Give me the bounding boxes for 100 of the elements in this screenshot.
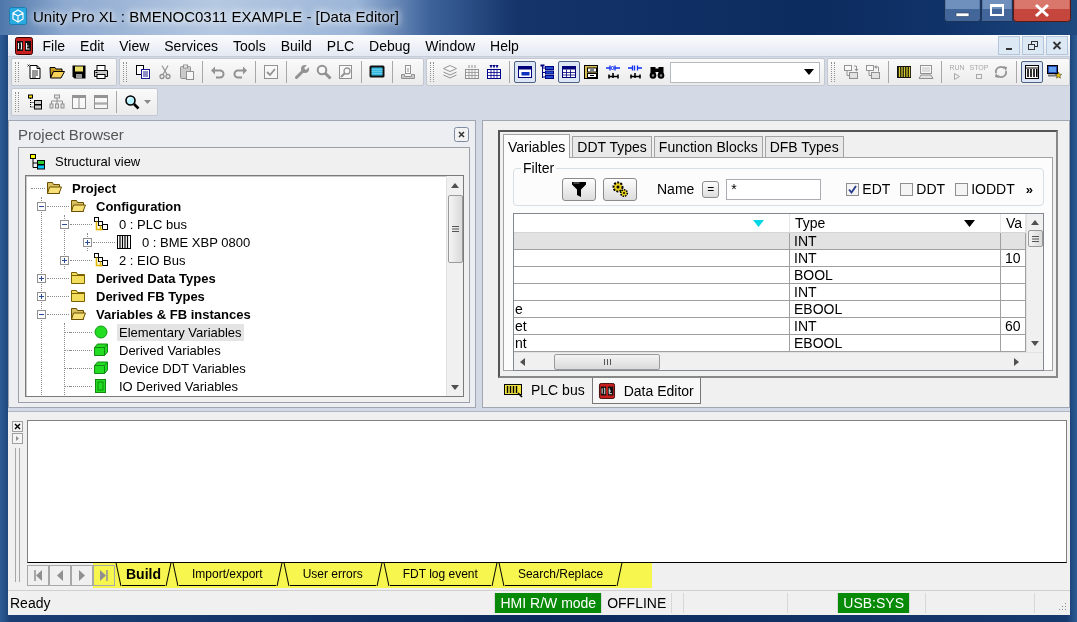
tab[interactable]: Import/export (179, 563, 276, 586)
plus-box-icon[interactable] (83, 237, 92, 247)
window-tab[interactable]: PLC bus (499, 378, 592, 402)
vertical-scrollbar[interactable] (446, 176, 463, 396)
app-logo-icon[interactable] (15, 36, 33, 55)
binoculars-icon[interactable] (649, 64, 665, 80)
tree-item[interactable]: 0 : PLC bus (117, 215, 189, 233)
gears-button[interactable] (603, 177, 637, 201)
tab[interactable]: FDT log event (389, 563, 491, 586)
filter-button[interactable] (562, 177, 596, 201)
checkbox-label[interactable]: DDT (916, 181, 946, 197)
tab[interactable]: DFB Types (764, 136, 844, 157)
copy-icon[interactable] (135, 64, 151, 80)
tree-item[interactable]: Variables & FB instances (94, 305, 253, 323)
table-row[interactable]: e EBOOL (514, 301, 1026, 318)
plus-box-icon[interactable] (60, 255, 69, 265)
tree-item[interactable]: Derived FB Types (94, 287, 207, 305)
minus-box-icon[interactable] (60, 219, 69, 229)
checkbox[interactable] (846, 182, 860, 196)
menu-item[interactable]: Help (482, 35, 527, 56)
window-icon[interactable] (514, 61, 536, 83)
combo-field[interactable] (670, 61, 820, 83)
tree-item[interactable]: Project (70, 179, 119, 197)
restore-icon[interactable] (1022, 36, 1044, 55)
computer-star-icon[interactable] (1046, 64, 1062, 80)
ladder-contact-icon[interactable] (605, 64, 621, 80)
scroll-left-icon[interactable] (520, 357, 525, 366)
close-icon[interactable] (12, 421, 23, 432)
menu-item[interactable]: Services (156, 35, 226, 56)
zoom-icon[interactable] (124, 94, 140, 110)
name-filter-field[interactable]: * (726, 178, 822, 200)
table-row[interactable]: et INT 60 (514, 318, 1026, 335)
rack-icon[interactable] (1021, 61, 1043, 83)
caret-icon[interactable] (804, 69, 814, 75)
next-icon[interactable] (71, 565, 93, 586)
menu-item[interactable]: File (35, 35, 73, 56)
cabinet-icon[interactable] (583, 64, 599, 80)
tree-item[interactable]: Derived Variables (117, 341, 223, 359)
scroll-down-icon[interactable] (1031, 341, 1039, 346)
checkbox[interactable] (900, 182, 914, 196)
new-document-icon[interactable] (27, 64, 43, 80)
table-icon[interactable] (558, 61, 580, 83)
plus-box-icon[interactable] (37, 273, 46, 283)
menu-item[interactable]: Edit (72, 35, 112, 56)
operator-button[interactable]: = (702, 180, 720, 198)
table-row[interactable]: INT 10 (514, 250, 1026, 267)
tab[interactable]: DDT Types (572, 136, 652, 157)
first-page-icon[interactable] (27, 565, 49, 586)
minus-box-icon[interactable] (37, 201, 46, 211)
tree-item[interactable]: 0 : BME XBP 0800 (140, 233, 253, 251)
scroll-right-icon[interactable] (1014, 357, 1019, 366)
scroll-thumb[interactable] (554, 353, 660, 370)
tree-item[interactable]: Elementary Variables (117, 323, 244, 341)
maximize-icon[interactable] (981, 0, 1013, 22)
close-icon[interactable] (1013, 0, 1071, 22)
menu-item[interactable]: PLC (319, 35, 362, 56)
tab[interactable]: User errors (289, 563, 376, 586)
table-row[interactable]: nt EBOOL (514, 335, 1026, 352)
tree-item[interactable]: Configuration (94, 197, 184, 215)
column-header[interactable]: Va (1006, 215, 1023, 231)
window-tab[interactable]: Data Editor (591, 378, 701, 404)
monitor-icon[interactable] (369, 64, 385, 80)
checkbox-label[interactable]: IODDT (971, 181, 1015, 197)
open-folder-icon[interactable] (49, 64, 65, 80)
grid-arrows-icon[interactable] (486, 64, 502, 80)
rack-icon[interactable] (896, 64, 912, 80)
plus-box-icon[interactable] (37, 291, 46, 301)
scroll-thumb[interactable] (447, 195, 463, 263)
more-button[interactable]: » (1023, 181, 1035, 197)
scroll-down-icon[interactable] (451, 385, 459, 390)
scroll-up-icon[interactable] (451, 183, 459, 188)
tree-item[interactable]: 2 : EIO Bus (117, 251, 188, 269)
tab[interactable]: Variables (503, 134, 571, 158)
close-icon[interactable] (454, 126, 469, 142)
tree-item[interactable]: Derived Data Types (94, 269, 218, 287)
minimize-icon[interactable] (944, 0, 981, 22)
tab[interactable]: Build (122, 563, 165, 586)
menu-item[interactable]: Build (273, 35, 320, 56)
tree-item[interactable]: Device DDT Variables (117, 359, 248, 377)
checkbox[interactable] (955, 182, 969, 196)
tab[interactable]: Function Blocks (653, 136, 763, 157)
table-row[interactable]: BOOL (514, 267, 1026, 284)
scroll-up-icon[interactable] (1031, 220, 1039, 225)
tree-item[interactable]: IO Derived Variables (117, 377, 240, 395)
table-row[interactable]: INT (514, 284, 1026, 301)
column-header[interactable]: Type (795, 215, 826, 231)
vertical-scrollbar[interactable] (1026, 214, 1043, 352)
menu-item[interactable]: View (111, 35, 157, 56)
table-row[interactable]: INT (514, 233, 1026, 250)
minus-box-icon[interactable] (37, 309, 46, 319)
last-page-icon[interactable] (93, 565, 115, 586)
tree-view-icon[interactable] (27, 94, 43, 110)
scroll-thumb[interactable] (1027, 230, 1043, 247)
previous-icon[interactable] (49, 565, 71, 586)
ladder-coil-icon[interactable] (627, 64, 643, 80)
checkbox-label[interactable]: EDT (862, 181, 891, 197)
menu-item[interactable]: Tools (225, 35, 274, 56)
menu-item[interactable]: Debug (361, 35, 418, 56)
printer-icon[interactable] (93, 64, 109, 80)
tab[interactable]: Search/Replace (504, 563, 617, 586)
